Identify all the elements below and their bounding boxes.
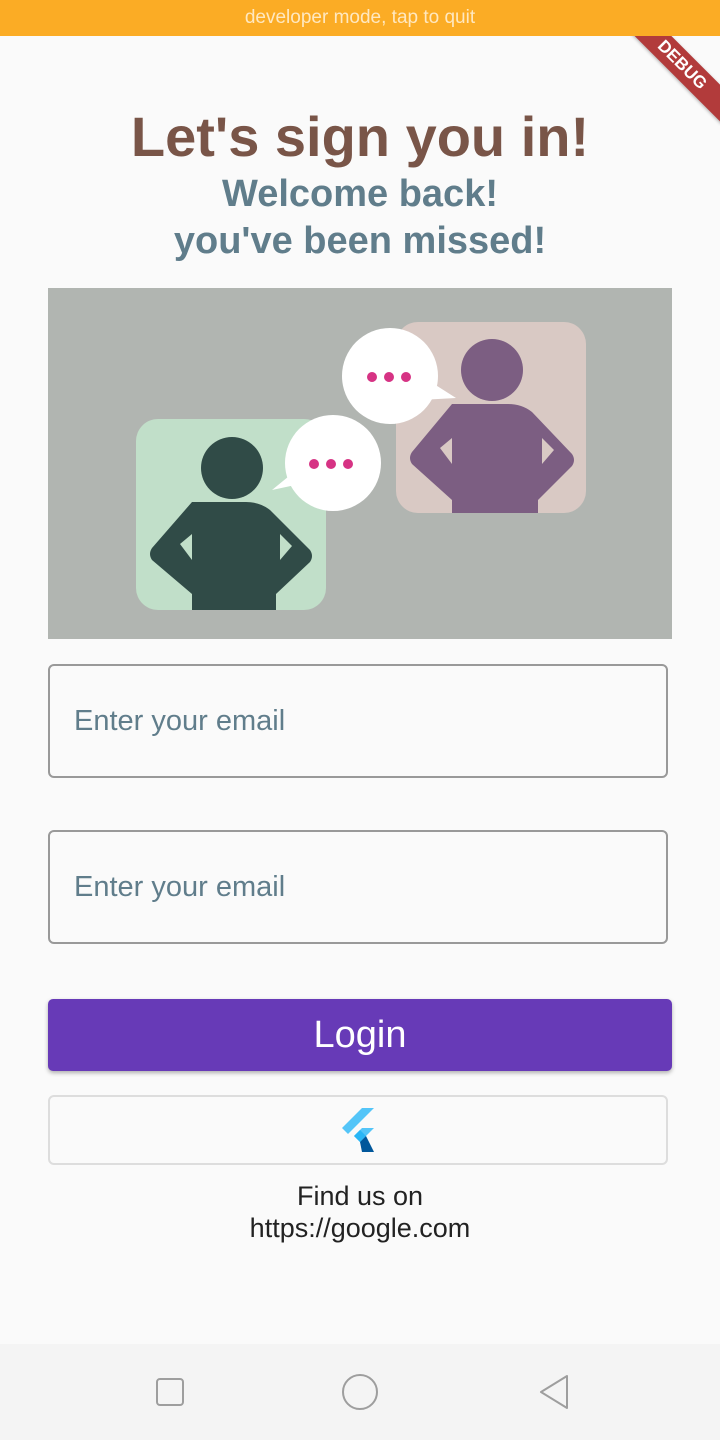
- login-button-label: Login: [313, 1013, 407, 1056]
- home-circle-icon[interactable]: [340, 1372, 380, 1412]
- developer-mode-text: developer mode, tap to quit: [244, 7, 476, 28]
- second-email-field[interactable]: [48, 830, 668, 944]
- developer-mode-banner[interactable]: developer mode, tap to quit: [0, 0, 720, 36]
- email-input[interactable]: [50, 666, 666, 776]
- footer-find-us: Find us on: [296, 1181, 424, 1211]
- second-email-input[interactable]: [50, 832, 666, 942]
- two-people-chatting-illustration: [136, 322, 586, 610]
- person-left-head: [201, 437, 263, 499]
- back-triangle-icon[interactable]: [534, 1372, 574, 1412]
- page-title: Let's sign you in!: [130, 105, 590, 168]
- subtitle-missed: you've been missed!: [173, 220, 547, 262]
- email-field[interactable]: [48, 664, 668, 778]
- person-right-head: [461, 339, 523, 401]
- login-button[interactable]: Login: [48, 999, 672, 1071]
- recents-square-icon[interactable]: [150, 1372, 190, 1412]
- chat-illustration: [48, 288, 672, 639]
- footer-url: https://google.com: [249, 1213, 471, 1243]
- flutter-logo-icon: [342, 1108, 374, 1152]
- subtitle-welcome: Welcome back!: [222, 173, 498, 215]
- system-navigation-bar: [0, 1344, 720, 1440]
- flutter-logo-button[interactable]: [48, 1095, 668, 1165]
